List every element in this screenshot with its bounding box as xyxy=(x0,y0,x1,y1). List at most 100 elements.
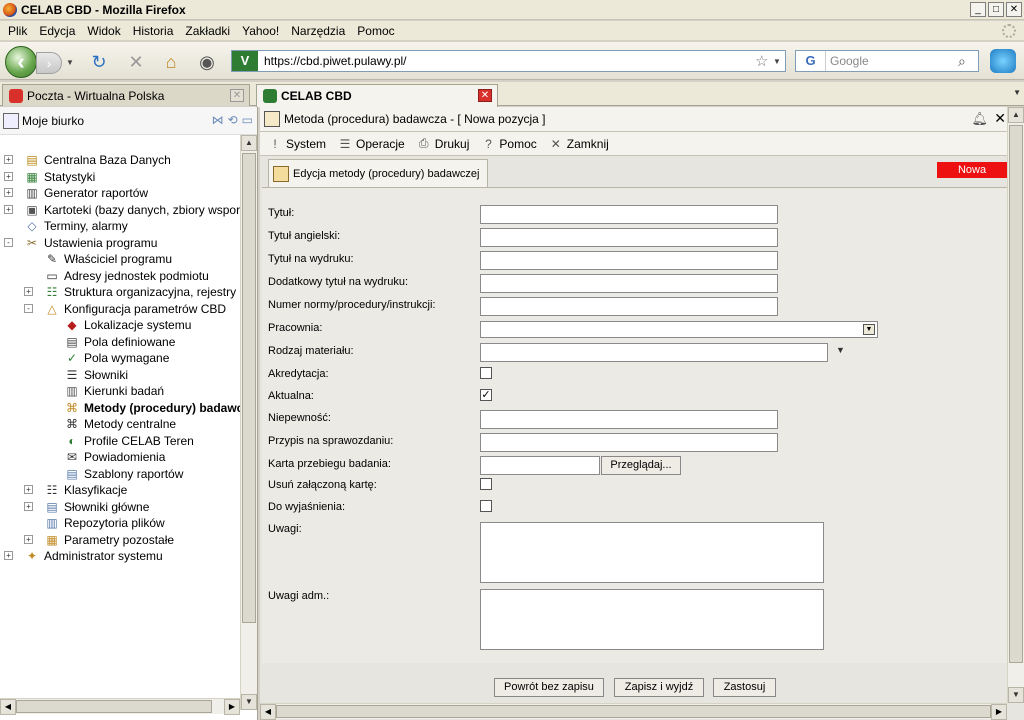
chevron-down-icon[interactable]: ▼ xyxy=(863,324,875,335)
tab-celab[interactable]: CELAB CBD ✕ xyxy=(256,84,498,107)
search-input[interactable]: Google xyxy=(826,54,958,68)
collapse-all-icon[interactable]: ⋈ xyxy=(212,113,224,127)
maximize-button[interactable]: □ xyxy=(988,2,1004,17)
scroll-thumb[interactable] xyxy=(16,700,212,713)
tree-item[interactable]: ◆ Lokalizacje systemu xyxy=(64,317,191,333)
scroll-left-arrow-icon[interactable]: ◀ xyxy=(260,704,276,720)
editor-horizontal-scrollbar[interactable]: ◀ ▶ xyxy=(260,703,1007,720)
menu-tools[interactable]: Narzędzia xyxy=(285,24,351,38)
menu-edit[interactable]: Edycja xyxy=(33,24,81,38)
tree-item[interactable]: ✓ Pola wymagane xyxy=(64,350,169,366)
tree-item[interactable]: ✉ Powiadomienia xyxy=(64,449,165,465)
close-window-button[interactable]: ✕ xyxy=(1006,2,1022,17)
forward-button[interactable]: › xyxy=(36,52,62,74)
current-checkbox[interactable]: ✓ xyxy=(480,389,492,401)
tree-item[interactable]: ⌘ Metody (procedury) badawc xyxy=(64,400,240,416)
expand-icon[interactable]: + xyxy=(24,485,33,494)
menu-help[interactable]: Pomoc xyxy=(351,24,400,38)
collapse-icon[interactable]: - xyxy=(24,303,33,313)
close-menu-button[interactable]: ✕ Zamknij xyxy=(549,137,609,151)
accreditation-checkbox[interactable] xyxy=(480,367,492,379)
menu-yahoo[interactable]: Yahoo! xyxy=(236,24,285,38)
uncertainty-input[interactable] xyxy=(480,410,778,429)
tree-item[interactable]: ▥ Kierunki badań xyxy=(64,383,164,399)
tree-item[interactable]: ▭ Adresy jednostek podmiotu xyxy=(44,268,208,284)
tree-item[interactable]: ◇ Terminy, alarmy xyxy=(24,218,127,234)
site-identity-icon[interactable]: V xyxy=(232,51,258,71)
bookmark-star-icon[interactable]: ☆ xyxy=(755,52,773,70)
tree-vertical-scrollbar[interactable]: ▲ ▼ xyxy=(240,135,257,710)
new-window-icon[interactable]: ▭ xyxy=(242,113,253,127)
tree-item[interactable]: ☰ Słowniki xyxy=(64,367,128,383)
eye-addon-icon[interactable]: ◉ xyxy=(196,52,218,72)
menu-bookmarks[interactable]: Zakładki xyxy=(179,24,236,38)
editor-vertical-scrollbar[interactable]: ▲ ▼ xyxy=(1007,107,1024,703)
additional-print-title-input[interactable] xyxy=(480,274,778,293)
tab-method-edit[interactable]: Edycja metody (procedury) badawczej xyxy=(268,159,488,187)
close-tab-icon[interactable]: ✕ xyxy=(230,89,244,102)
scroll-thumb[interactable] xyxy=(242,153,256,623)
to-clarify-checkbox[interactable] xyxy=(480,500,492,512)
scroll-thumb[interactable] xyxy=(276,705,991,718)
menu-history[interactable]: Historia xyxy=(127,24,180,38)
notification-bell-icon[interactable]: 🔔︎ xyxy=(971,111,988,127)
search-engine-icon[interactable]: G xyxy=(796,51,826,71)
url-dropdown-icon[interactable]: ▼ xyxy=(773,57,785,66)
scroll-left-arrow-icon[interactable]: ◀ xyxy=(0,699,16,715)
tree-horizontal-scrollbar[interactable]: ◀ ▶ xyxy=(0,698,240,715)
expand-icon[interactable]: + xyxy=(24,287,33,296)
save-and-exit-button[interactable]: Zapisz i wyjdź xyxy=(614,678,704,697)
tree-item[interactable]: + ☷ Klasyfikacje xyxy=(24,482,127,498)
collapse-icon[interactable]: - xyxy=(4,237,13,247)
material-type-input[interactable] xyxy=(480,343,828,362)
remove-card-checkbox[interactable] xyxy=(480,478,492,490)
expand-icon[interactable]: + xyxy=(24,534,33,544)
expand-icon[interactable]: + xyxy=(24,501,33,511)
history-dropdown-icon[interactable]: ▼ xyxy=(66,58,74,67)
menu-file[interactable]: Plik xyxy=(2,24,33,38)
tree-item[interactable]: + ✦ Administrator systemu xyxy=(4,548,163,564)
material-dropdown-icon[interactable]: ▼ xyxy=(836,345,845,355)
english-title-input[interactable] xyxy=(480,228,778,247)
stop-icon[interactable]: ✕ xyxy=(125,52,147,72)
print-title-input[interactable] xyxy=(480,251,778,270)
home-icon[interactable]: ⌂ xyxy=(160,52,182,72)
tree-item[interactable]: - △ Konfiguracja parametrów CBD xyxy=(24,301,226,317)
scroll-thumb[interactable] xyxy=(1009,125,1023,663)
address-bar[interactable]: V https://cbd.piwet.pulawy.pl/ ☆ ▼ xyxy=(231,50,786,72)
test-card-input[interactable] xyxy=(480,456,600,475)
scroll-right-arrow-icon[interactable]: ▶ xyxy=(224,699,240,715)
tree-item[interactable]: - ✂ Ustawienia programu xyxy=(4,235,157,251)
tree-item[interactable]: + ▦ Statystyki xyxy=(4,169,95,185)
norm-number-input[interactable] xyxy=(480,297,778,316)
tree-item[interactable]: ✎ Właściciel programu xyxy=(44,251,172,267)
tab-poczta[interactable]: Poczta - Wirtualna Polska ✕ xyxy=(2,84,250,106)
laboratory-select[interactable]: ▼ xyxy=(480,321,878,338)
report-footnote-input[interactable] xyxy=(480,433,778,452)
tree-item[interactable]: + ▥ Generator raportów xyxy=(4,185,148,201)
notes-textarea[interactable] xyxy=(480,522,824,583)
back-without-save-button[interactable]: Powrót bez zapisu xyxy=(494,678,604,697)
scroll-up-arrow-icon[interactable]: ▲ xyxy=(241,135,257,151)
title-input[interactable] xyxy=(480,205,778,224)
tree-item[interactable]: ⌘ Metody centralne xyxy=(64,416,176,432)
reload-icon[interactable]: ↻ xyxy=(88,52,110,72)
tree-item[interactable]: + ▤ Słowniki główne xyxy=(24,499,149,515)
scroll-up-arrow-icon[interactable]: ▲ xyxy=(1008,107,1024,123)
close-tab-icon[interactable]: ✕ xyxy=(478,89,492,102)
expand-icon[interactable]: + xyxy=(4,188,13,197)
skype-addon-icon[interactable] xyxy=(990,49,1016,73)
help-menu-button[interactable]: ? Pomoc xyxy=(481,137,537,151)
expand-icon[interactable]: + xyxy=(4,155,13,164)
scroll-down-arrow-icon[interactable]: ▼ xyxy=(1008,687,1024,703)
operations-menu-button[interactable]: ☰ Operacje xyxy=(338,137,405,151)
scroll-down-arrow-icon[interactable]: ▼ xyxy=(241,694,257,710)
tree-item[interactable]: ▤ Szablony raportów xyxy=(64,466,183,482)
tree-item[interactable]: + ▦ Parametry pozostałe xyxy=(24,532,174,548)
tree-item[interactable]: ◐ Profile CELAB Teren xyxy=(64,433,193,449)
expand-icon[interactable]: + xyxy=(4,171,13,181)
system-menu-button[interactable]: ǃ System xyxy=(268,137,326,151)
scroll-right-arrow-icon[interactable]: ▶ xyxy=(991,704,1007,720)
minimize-button[interactable]: _ xyxy=(970,2,986,17)
search-icon[interactable]: ⌕ xyxy=(958,53,978,70)
